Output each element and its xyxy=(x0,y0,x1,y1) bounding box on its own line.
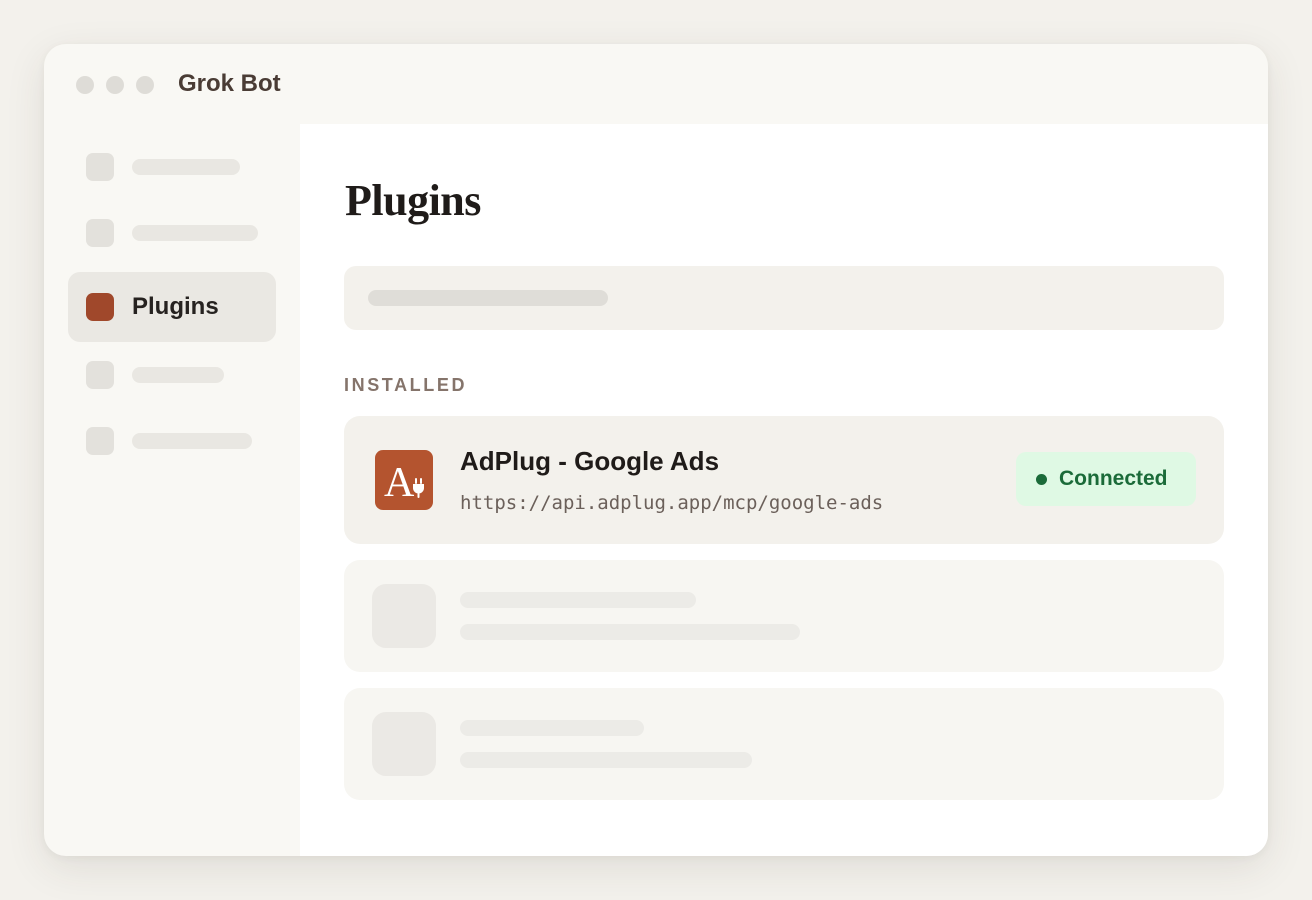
plugin-name: AdPlug - Google Ads xyxy=(460,446,720,476)
plugin-name-placeholder xyxy=(460,720,644,736)
main-content: Plugins INSTALLED A AdPlug - Google Ads … xyxy=(300,124,1268,856)
title-bar: Grok Bot xyxy=(44,44,1268,124)
adplug-logo-glyph: A xyxy=(384,460,424,506)
plugin-card-placeholder-2 xyxy=(344,688,1224,800)
sidebar-item-placeholder-2[interactable] xyxy=(68,198,276,268)
sidebar-item-label-placeholder xyxy=(132,433,252,449)
window-minimize-dot[interactable] xyxy=(106,76,124,94)
sidebar-item-placeholder-4[interactable] xyxy=(68,406,276,476)
sidebar-item-icon xyxy=(86,361,114,389)
plugin-url-placeholder xyxy=(460,624,800,640)
window-close-dot[interactable] xyxy=(76,76,94,94)
sidebar-item-icon xyxy=(86,219,114,247)
app-title: Grok Bot xyxy=(178,70,281,97)
sidebar-item-icon xyxy=(86,153,114,181)
section-label-installed: INSTALLED xyxy=(344,375,468,395)
status-text: Connected xyxy=(1059,467,1168,490)
plugin-url: https://api.adplug.app/mcp/google-ads xyxy=(460,492,884,514)
search-placeholder-bar xyxy=(368,290,608,306)
plugin-icon-placeholder xyxy=(372,584,436,648)
app-window: Grok Bot Plugins Plugins INSTALLED A AdP… xyxy=(44,44,1268,856)
adplug-logo-icon: A xyxy=(375,450,433,510)
plugin-url-placeholder xyxy=(460,752,752,768)
plugin-card-placeholder-1 xyxy=(344,560,1224,672)
plugin-card-adplug[interactable]: A AdPlug - Google Ads https://api.adplug… xyxy=(344,416,1224,544)
plugin-name-placeholder xyxy=(460,592,696,608)
sidebar-item-label-placeholder xyxy=(132,225,258,241)
sidebar-item-placeholder-3[interactable] xyxy=(68,340,276,410)
sidebar-item-icon xyxy=(86,427,114,455)
status-badge: Connected xyxy=(1016,452,1196,506)
sidebar-item-placeholder-1[interactable] xyxy=(68,132,276,202)
sidebar-item-plugins[interactable]: Plugins xyxy=(68,272,276,342)
search-input[interactable] xyxy=(344,266,1224,330)
adplug-logo-letter: A xyxy=(384,460,415,506)
sidebar-item-label: Plugins xyxy=(132,293,219,320)
plugins-icon xyxy=(86,293,114,321)
status-dot-icon xyxy=(1036,474,1047,485)
window-maximize-dot[interactable] xyxy=(136,76,154,94)
plugin-icon-placeholder xyxy=(372,712,436,776)
sidebar: Plugins xyxy=(44,124,300,856)
sidebar-item-label-placeholder xyxy=(132,159,240,175)
plug-icon xyxy=(413,478,424,498)
page-title: Plugins xyxy=(345,176,481,225)
sidebar-item-label-placeholder xyxy=(132,367,224,383)
